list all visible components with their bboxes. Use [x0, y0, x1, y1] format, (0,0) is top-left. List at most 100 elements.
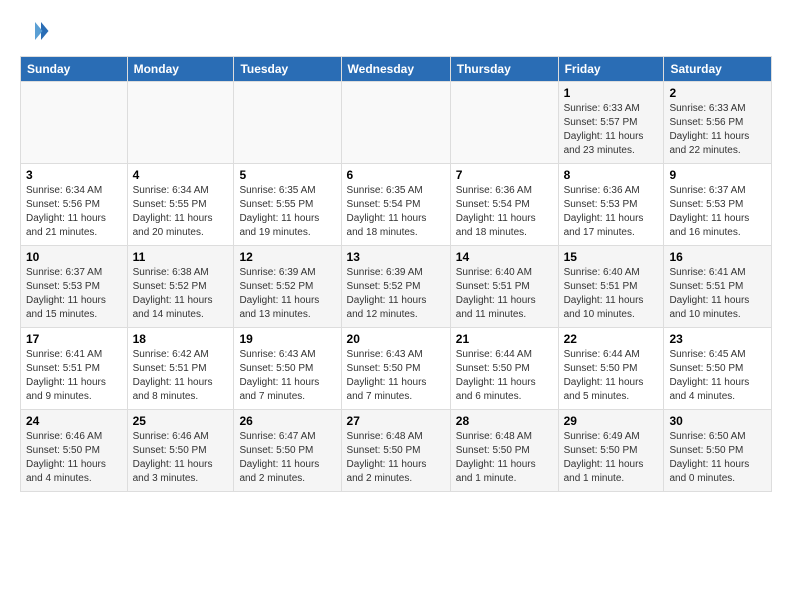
day-info: Sunrise: 6:44 AM Sunset: 5:50 PM Dayligh… [564, 348, 659, 404]
day-info: Sunrise: 6:48 AM Sunset: 5:50 PM Dayligh… [347, 430, 445, 486]
day-info: Sunrise: 6:39 AM Sunset: 5:52 PM Dayligh… [347, 266, 445, 322]
day-info: Sunrise: 6:33 AM Sunset: 5:56 PM Dayligh… [669, 102, 766, 158]
calendar-cell: 3 Sunrise: 6:34 AM Sunset: 5:56 PM Daylig… [21, 164, 128, 246]
calendar-cell: 5 Sunrise: 6:35 AM Sunset: 5:55 PM Daylig… [234, 164, 341, 246]
day-info: Sunrise: 6:35 AM Sunset: 5:54 PM Dayligh… [347, 184, 445, 240]
calendar-cell: 24 Sunrise: 6:46 AM Sunset: 5:50 PM Dayli… [21, 410, 128, 492]
day-info: Sunrise: 6:45 AM Sunset: 5:50 PM Dayligh… [669, 348, 766, 404]
calendar-cell: 22 Sunrise: 6:44 AM Sunset: 5:50 PM Dayli… [558, 328, 664, 410]
calendar-week-3: 17Sunrise: 6:41 AM Sunset: 5:51 PM Dayli… [21, 328, 772, 410]
day-info: Sunrise: 6:47 AM Sunset: 5:50 PM Dayligh… [239, 430, 335, 486]
calendar-cell: 9 Sunrise: 6:37 AM Sunset: 5:53 PM Daylig… [664, 164, 772, 246]
calendar-cell: 2 Sunrise: 6:33 AM Sunset: 5:56 PM Daylig… [664, 82, 772, 164]
calendar-week-1: 3 Sunrise: 6:34 AM Sunset: 5:56 PM Daylig… [21, 164, 772, 246]
calendar-cell [234, 82, 341, 164]
calendar-cell: 1 Sunrise: 6:33 AM Sunset: 5:57 PM Daylig… [558, 82, 664, 164]
day-number: 12 [239, 250, 335, 264]
calendar-cell: 17Sunrise: 6:41 AM Sunset: 5:51 PM Dayli… [21, 328, 128, 410]
calendar-cell: 18 Sunrise: 6:42 AM Sunset: 5:51 PM Dayli… [127, 328, 234, 410]
calendar-cell [21, 82, 128, 164]
day-info: Sunrise: 6:39 AM Sunset: 5:52 PM Dayligh… [239, 266, 335, 322]
day-info: Sunrise: 6:37 AM Sunset: 5:53 PM Dayligh… [26, 266, 122, 322]
day-number: 6 [347, 168, 445, 182]
day-number: 27 [347, 414, 445, 428]
day-number: 29 [564, 414, 659, 428]
day-info: Sunrise: 6:41 AM Sunset: 5:51 PM Dayligh… [26, 348, 122, 404]
calendar-cell: 15Sunrise: 6:40 AM Sunset: 5:51 PM Dayli… [558, 246, 664, 328]
day-info: Sunrise: 6:38 AM Sunset: 5:52 PM Dayligh… [133, 266, 229, 322]
day-header-sunday: Sunday [21, 57, 128, 82]
day-info: Sunrise: 6:46 AM Sunset: 5:50 PM Dayligh… [133, 430, 229, 486]
calendar-week-2: 10 Sunrise: 6:37 AM Sunset: 5:53 PM Dayli… [21, 246, 772, 328]
day-number: 22 [564, 332, 659, 346]
day-number: 28 [456, 414, 553, 428]
day-number: 21 [456, 332, 553, 346]
day-info: Sunrise: 6:40 AM Sunset: 5:51 PM Dayligh… [456, 266, 553, 322]
calendar-cell: 7 Sunrise: 6:36 AM Sunset: 5:54 PM Daylig… [450, 164, 558, 246]
day-number: 1 [564, 86, 659, 100]
calendar-cell: 13 Sunrise: 6:39 AM Sunset: 5:52 PM Dayli… [341, 246, 450, 328]
day-number: 19 [239, 332, 335, 346]
calendar-cell [450, 82, 558, 164]
calendar-cell: 25Sunrise: 6:46 AM Sunset: 5:50 PM Dayli… [127, 410, 234, 492]
day-number: 23 [669, 332, 766, 346]
day-number: 24 [26, 414, 122, 428]
day-number: 3 [26, 168, 122, 182]
day-number: 8 [564, 168, 659, 182]
header [20, 16, 772, 46]
calendar-cell: 21 Sunrise: 6:44 AM Sunset: 5:50 PM Dayli… [450, 328, 558, 410]
day-info: Sunrise: 6:37 AM Sunset: 5:53 PM Dayligh… [669, 184, 766, 240]
calendar-cell: 11 Sunrise: 6:38 AM Sunset: 5:52 PM Dayli… [127, 246, 234, 328]
day-number: 15 [564, 250, 659, 264]
calendar-week-4: 24 Sunrise: 6:46 AM Sunset: 5:50 PM Dayli… [21, 410, 772, 492]
day-header-wednesday: Wednesday [341, 57, 450, 82]
calendar-cell: 8Sunrise: 6:36 AM Sunset: 5:53 PM Daylig… [558, 164, 664, 246]
day-number: 18 [133, 332, 229, 346]
page: SundayMondayTuesdayWednesdayThursdayFrid… [0, 0, 792, 612]
calendar-cell: 6 Sunrise: 6:35 AM Sunset: 5:54 PM Daylig… [341, 164, 450, 246]
day-info: Sunrise: 6:48 AM Sunset: 5:50 PM Dayligh… [456, 430, 553, 486]
calendar-cell [127, 82, 234, 164]
calendar-cell: 10 Sunrise: 6:37 AM Sunset: 5:53 PM Dayli… [21, 246, 128, 328]
day-number: 13 [347, 250, 445, 264]
calendar-cell: 27 Sunrise: 6:48 AM Sunset: 5:50 PM Dayli… [341, 410, 450, 492]
day-number: 10 [26, 250, 122, 264]
day-number: 11 [133, 250, 229, 264]
calendar-cell: 23 Sunrise: 6:45 AM Sunset: 5:50 PM Dayli… [664, 328, 772, 410]
day-header-saturday: Saturday [664, 57, 772, 82]
day-number: 7 [456, 168, 553, 182]
day-number: 2 [669, 86, 766, 100]
day-number: 16 [669, 250, 766, 264]
day-info: Sunrise: 6:46 AM Sunset: 5:50 PM Dayligh… [26, 430, 122, 486]
calendar-table: SundayMondayTuesdayWednesdayThursdayFrid… [20, 56, 772, 492]
day-info: Sunrise: 6:34 AM Sunset: 5:55 PM Dayligh… [133, 184, 229, 240]
day-number: 5 [239, 168, 335, 182]
day-info: Sunrise: 6:41 AM Sunset: 5:51 PM Dayligh… [669, 266, 766, 322]
day-number: 9 [669, 168, 766, 182]
logo [20, 16, 54, 46]
day-header-friday: Friday [558, 57, 664, 82]
day-info: Sunrise: 6:36 AM Sunset: 5:54 PM Dayligh… [456, 184, 553, 240]
calendar-cell [341, 82, 450, 164]
calendar-cell: 30 Sunrise: 6:50 AM Sunset: 5:50 PM Dayli… [664, 410, 772, 492]
calendar-cell: 20 Sunrise: 6:43 AM Sunset: 5:50 PM Dayli… [341, 328, 450, 410]
calendar-cell: 14 Sunrise: 6:40 AM Sunset: 5:51 PM Dayli… [450, 246, 558, 328]
day-number: 14 [456, 250, 553, 264]
day-header-monday: Monday [127, 57, 234, 82]
day-info: Sunrise: 6:49 AM Sunset: 5:50 PM Dayligh… [564, 430, 659, 486]
calendar-week-0: 1 Sunrise: 6:33 AM Sunset: 5:57 PM Daylig… [21, 82, 772, 164]
day-number: 30 [669, 414, 766, 428]
day-info: Sunrise: 6:35 AM Sunset: 5:55 PM Dayligh… [239, 184, 335, 240]
day-info: Sunrise: 6:33 AM Sunset: 5:57 PM Dayligh… [564, 102, 659, 158]
day-info: Sunrise: 6:50 AM Sunset: 5:50 PM Dayligh… [669, 430, 766, 486]
day-number: 20 [347, 332, 445, 346]
calendar-cell: 12 Sunrise: 6:39 AM Sunset: 5:52 PM Dayli… [234, 246, 341, 328]
day-info: Sunrise: 6:42 AM Sunset: 5:51 PM Dayligh… [133, 348, 229, 404]
logo-icon [20, 16, 50, 46]
calendar-header-row: SundayMondayTuesdayWednesdayThursdayFrid… [21, 57, 772, 82]
day-info: Sunrise: 6:44 AM Sunset: 5:50 PM Dayligh… [456, 348, 553, 404]
day-info: Sunrise: 6:43 AM Sunset: 5:50 PM Dayligh… [347, 348, 445, 404]
calendar-cell: 16 Sunrise: 6:41 AM Sunset: 5:51 PM Dayli… [664, 246, 772, 328]
day-info: Sunrise: 6:34 AM Sunset: 5:56 PM Dayligh… [26, 184, 122, 240]
day-header-thursday: Thursday [450, 57, 558, 82]
